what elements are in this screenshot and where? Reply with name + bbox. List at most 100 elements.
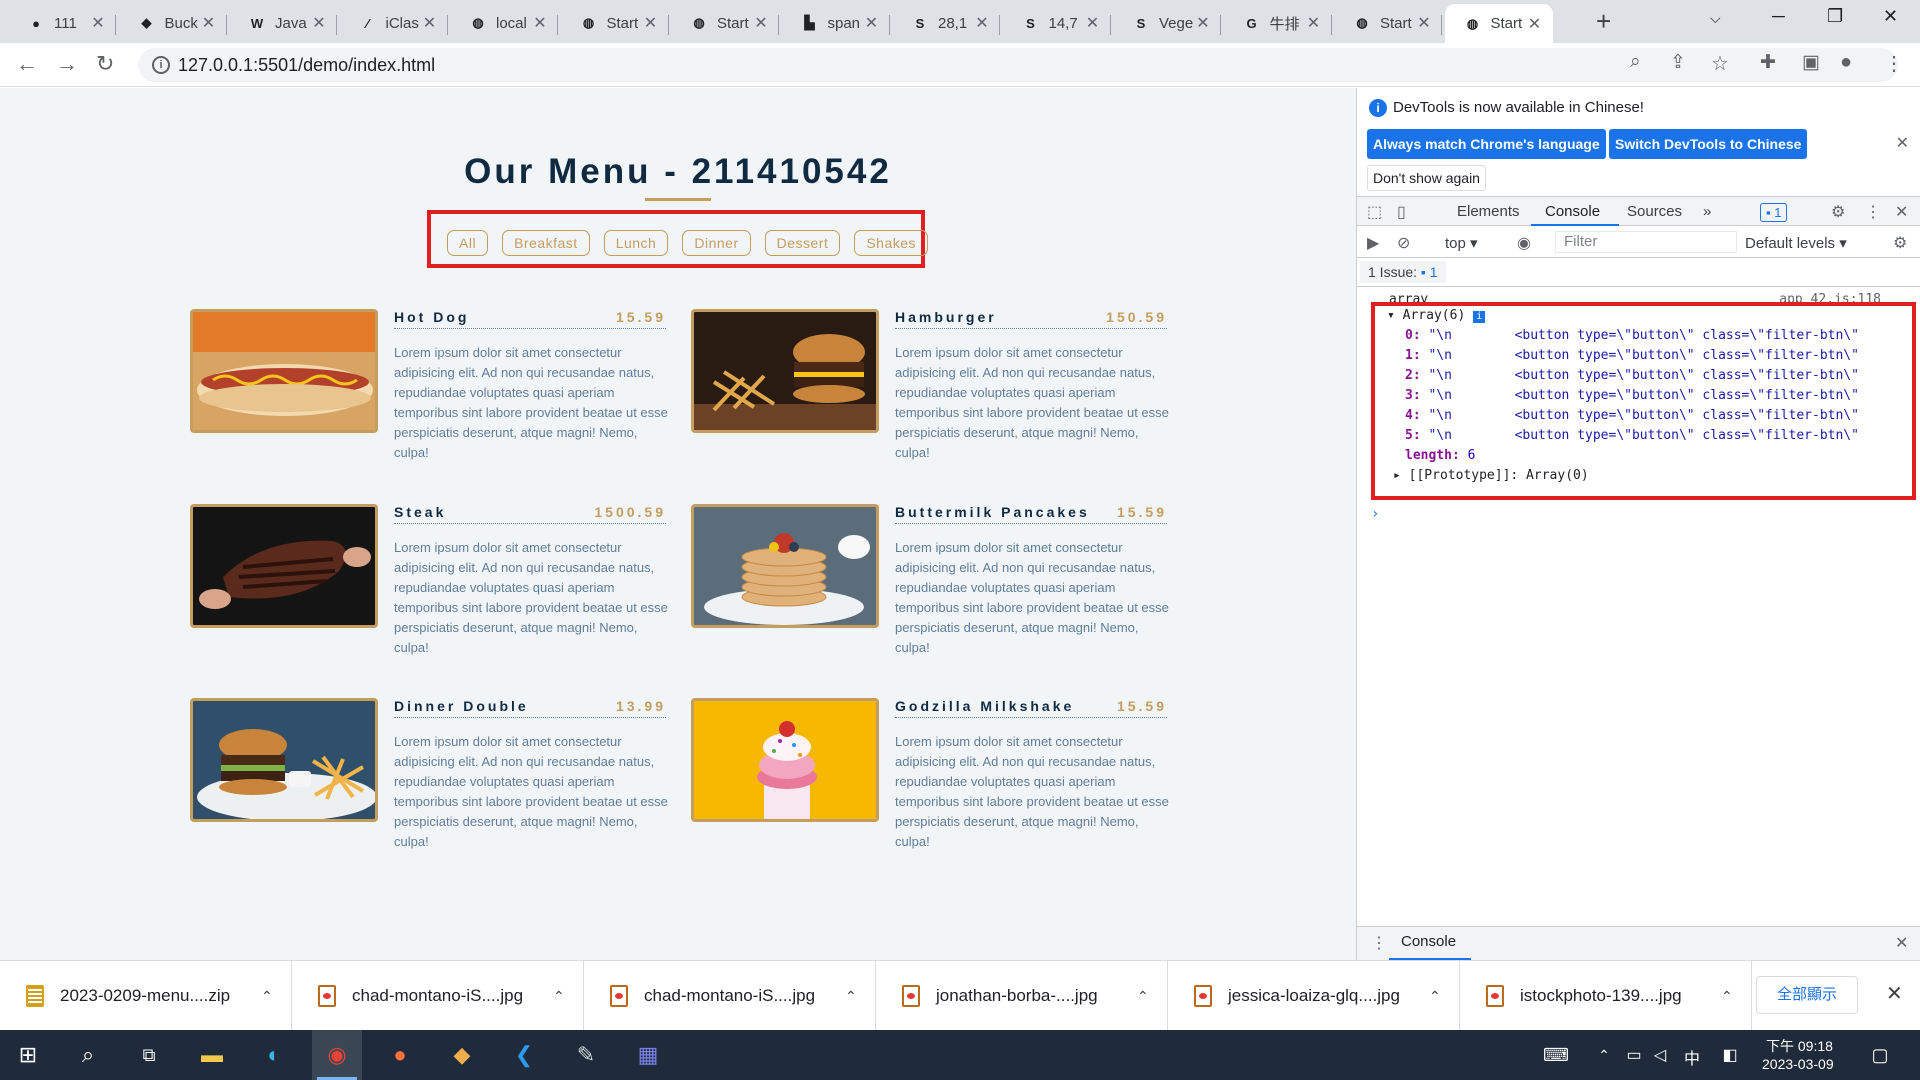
close-tab-icon[interactable]: ✕ <box>532 13 548 33</box>
close-tab-icon[interactable]: ✕ <box>422 13 438 33</box>
close-tab-icon[interactable]: ✕ <box>864 13 880 33</box>
sidebar-toggle-icon[interactable]: ▶ <box>1367 233 1379 253</box>
close-tab-icon[interactable]: ✕ <box>753 13 769 33</box>
browser-tab[interactable]: ∕ iClas ✕ <box>340 4 448 42</box>
browser-tab[interactable]: ◆ Buck ✕ <box>119 4 227 42</box>
clear-console-icon[interactable]: ⊘ <box>1397 233 1410 253</box>
download-item[interactable]: chad-montano-iS....jpg ⌃ <box>292 961 584 1031</box>
close-banner-icon[interactable]: ✕ <box>1896 133 1909 153</box>
filter-btn-dinner[interactable]: Dinner <box>682 230 751 256</box>
zoom-icon[interactable]: ⌕ <box>1630 51 1641 73</box>
close-tab-icon[interactable]: ✕ <box>201 13 217 33</box>
issues-link[interactable]: 1 Issue: ▪ 1 <box>1360 261 1446 283</box>
task-view-icon[interactable]: ⧉ <box>133 1039 165 1071</box>
close-drawer-icon[interactable]: ✕ <box>1895 933 1908 953</box>
download-item[interactable]: 2023-0209-menu....zip ⌃ <box>0 961 292 1031</box>
live-expression-eye-icon[interactable]: ◉ <box>1517 233 1531 253</box>
filter-btn-lunch[interactable]: Lunch <box>603 230 669 256</box>
close-tab-icon[interactable]: ✕ <box>90 13 106 33</box>
filter-btn-dessert[interactable]: Dessert <box>764 230 841 256</box>
forward-arrow-icon[interactable]: → <box>56 51 78 77</box>
download-options-caret-icon[interactable]: ⌃ <box>1721 988 1751 1005</box>
close-tab-icon[interactable]: ✕ <box>974 13 990 33</box>
switch-to-chinese-button[interactable]: Switch DevTools to Chinese <box>1609 129 1808 159</box>
close-tab-icon[interactable]: ✕ <box>1195 13 1211 33</box>
volume-icon[interactable]: ◁ <box>1644 1039 1676 1071</box>
share-icon[interactable]: ⇪ <box>1670 51 1686 74</box>
tab-sources[interactable]: Sources <box>1627 203 1682 220</box>
tab-elements[interactable]: Elements <box>1457 203 1520 220</box>
drawer-tab-console[interactable]: Console <box>1401 933 1456 950</box>
file-explorer-icon[interactable]: ▬ <box>196 1039 228 1071</box>
browser-tab[interactable]: ▙ span ✕ <box>782 4 890 42</box>
browser-tab[interactable]: ◍ Start ✕ <box>1444 4 1553 43</box>
windows-start-icon[interactable]: ⊞ <box>12 1039 44 1071</box>
maximize-button[interactable]: ❐ <box>1827 6 1843 27</box>
devtools-menu-icon[interactable]: ⋮ <box>1865 202 1881 222</box>
search-icon[interactable]: ⌕ <box>72 1039 104 1071</box>
array-prototype-row[interactable]: ▸ [[Prototype]]: Array(0) <box>1393 466 1589 486</box>
new-tab-button[interactable]: + <box>1596 6 1611 37</box>
close-window-button[interactable]: ✕ <box>1883 6 1898 27</box>
bookmark-star-icon[interactable]: ☆ <box>1711 51 1729 76</box>
minimize-button[interactable]: ─ <box>1772 6 1785 27</box>
close-tab-icon[interactable]: ✕ <box>1527 14 1543 34</box>
browser-tab[interactable]: S 28,1 ✕ <box>892 4 1000 42</box>
download-item[interactable]: jonathan-borba-....jpg ⌃ <box>876 961 1168 1031</box>
console-settings-gear-icon[interactable]: ⚙ <box>1893 233 1907 253</box>
clock-date[interactable]: 2023-03-09 <box>1762 1056 1834 1072</box>
download-options-caret-icon[interactable]: ⌃ <box>261 988 291 1005</box>
issues-badge[interactable]: ▪ 1 <box>1760 203 1788 222</box>
browser-tab[interactable]: W Java ✕ <box>229 4 337 42</box>
profile-avatar-icon[interactable]: ● <box>1840 51 1852 74</box>
filter-btn-all[interactable]: All <box>447 230 489 256</box>
close-tab-icon[interactable]: ✕ <box>1085 13 1101 33</box>
teams-icon[interactable]: ▦ <box>632 1039 664 1071</box>
show-all-downloads-button[interactable]: 全部顯示 <box>1756 976 1859 1014</box>
notification-icon[interactable]: ▢ <box>1864 1039 1896 1071</box>
reload-icon[interactable]: ↻ <box>96 51 114 77</box>
download-options-caret-icon[interactable]: ⌃ <box>1429 988 1459 1005</box>
filter-btn-breakfast[interactable]: Breakfast <box>502 230 590 256</box>
back-arrow-icon[interactable]: ← <box>16 51 38 77</box>
browser-menu-icon[interactable]: ⋮ <box>1884 51 1904 76</box>
always-match-language-button[interactable]: Always match Chrome's language <box>1367 129 1606 159</box>
tray-chevron-icon[interactable]: ⌃ <box>1588 1039 1620 1071</box>
browser-tab[interactable]: S Vege ✕ <box>1113 4 1221 42</box>
site-info-icon[interactable]: i <box>152 56 170 74</box>
tab-search-chevron-icon[interactable]: ⌵ <box>1710 10 1721 27</box>
edge-browser-icon[interactable]: ◐ <box>258 1039 290 1071</box>
close-tab-icon[interactable]: ✕ <box>1416 13 1432 33</box>
close-tab-icon[interactable]: ✕ <box>311 13 327 33</box>
side-panel-icon[interactable]: ▣ <box>1802 51 1820 74</box>
vscode-icon[interactable]: ❮ <box>508 1039 540 1071</box>
download-options-caret-icon[interactable]: ⌃ <box>1137 988 1167 1005</box>
array-expand-toggle[interactable]: ▾ Array(6) i <box>1387 306 1486 326</box>
settings-gear-icon[interactable]: ⚙ <box>1831 202 1845 222</box>
device-toolbar-icon[interactable]: ▯ <box>1397 202 1406 222</box>
download-options-caret-icon[interactable]: ⌃ <box>845 988 875 1005</box>
log-levels-dropdown[interactable]: Default levels ▾ <box>1745 234 1847 252</box>
extensions-puzzle-icon[interactable]: ✚ <box>1760 51 1776 74</box>
ime-mode-icon[interactable]: ◧ <box>1714 1039 1746 1071</box>
ime-indicator[interactable]: 中 <box>1684 1045 1700 1069</box>
close-devtools-icon[interactable]: ✕ <box>1895 202 1908 222</box>
filter-btn-shakes[interactable]: Shakes <box>854 230 929 256</box>
close-tab-icon[interactable]: ✕ <box>1306 13 1322 33</box>
inspect-element-icon[interactable]: ⬚ <box>1367 202 1382 222</box>
console-filter-input[interactable]: Filter <box>1555 231 1737 253</box>
context-selector[interactable]: top ▾ <box>1445 234 1478 252</box>
browser-tab[interactable]: S 14,7 ✕ <box>1003 4 1111 42</box>
clock-time[interactable]: 下午 09:18 <box>1766 1036 1833 1056</box>
more-tabs-chevron-icon[interactable]: » <box>1703 203 1711 220</box>
browser-tab[interactable]: G 牛排 ✕ <box>1224 4 1332 42</box>
browser-tab[interactable]: ◍ local ✕ <box>450 4 558 42</box>
tab-console[interactable]: Console <box>1545 203 1600 220</box>
browser-tab[interactable]: ◍ Start ✕ <box>1334 4 1442 42</box>
console-prompt-caret-icon[interactable]: › <box>1371 506 1379 522</box>
download-options-caret-icon[interactable]: ⌃ <box>553 988 583 1005</box>
dont-show-again-button[interactable]: Don't show again <box>1367 165 1486 191</box>
git-gui-icon[interactable]: ◆ <box>446 1039 478 1071</box>
chrome-browser-icon[interactable]: ◉ <box>321 1039 353 1071</box>
drawer-menu-icon[interactable]: ⋮ <box>1371 933 1387 953</box>
